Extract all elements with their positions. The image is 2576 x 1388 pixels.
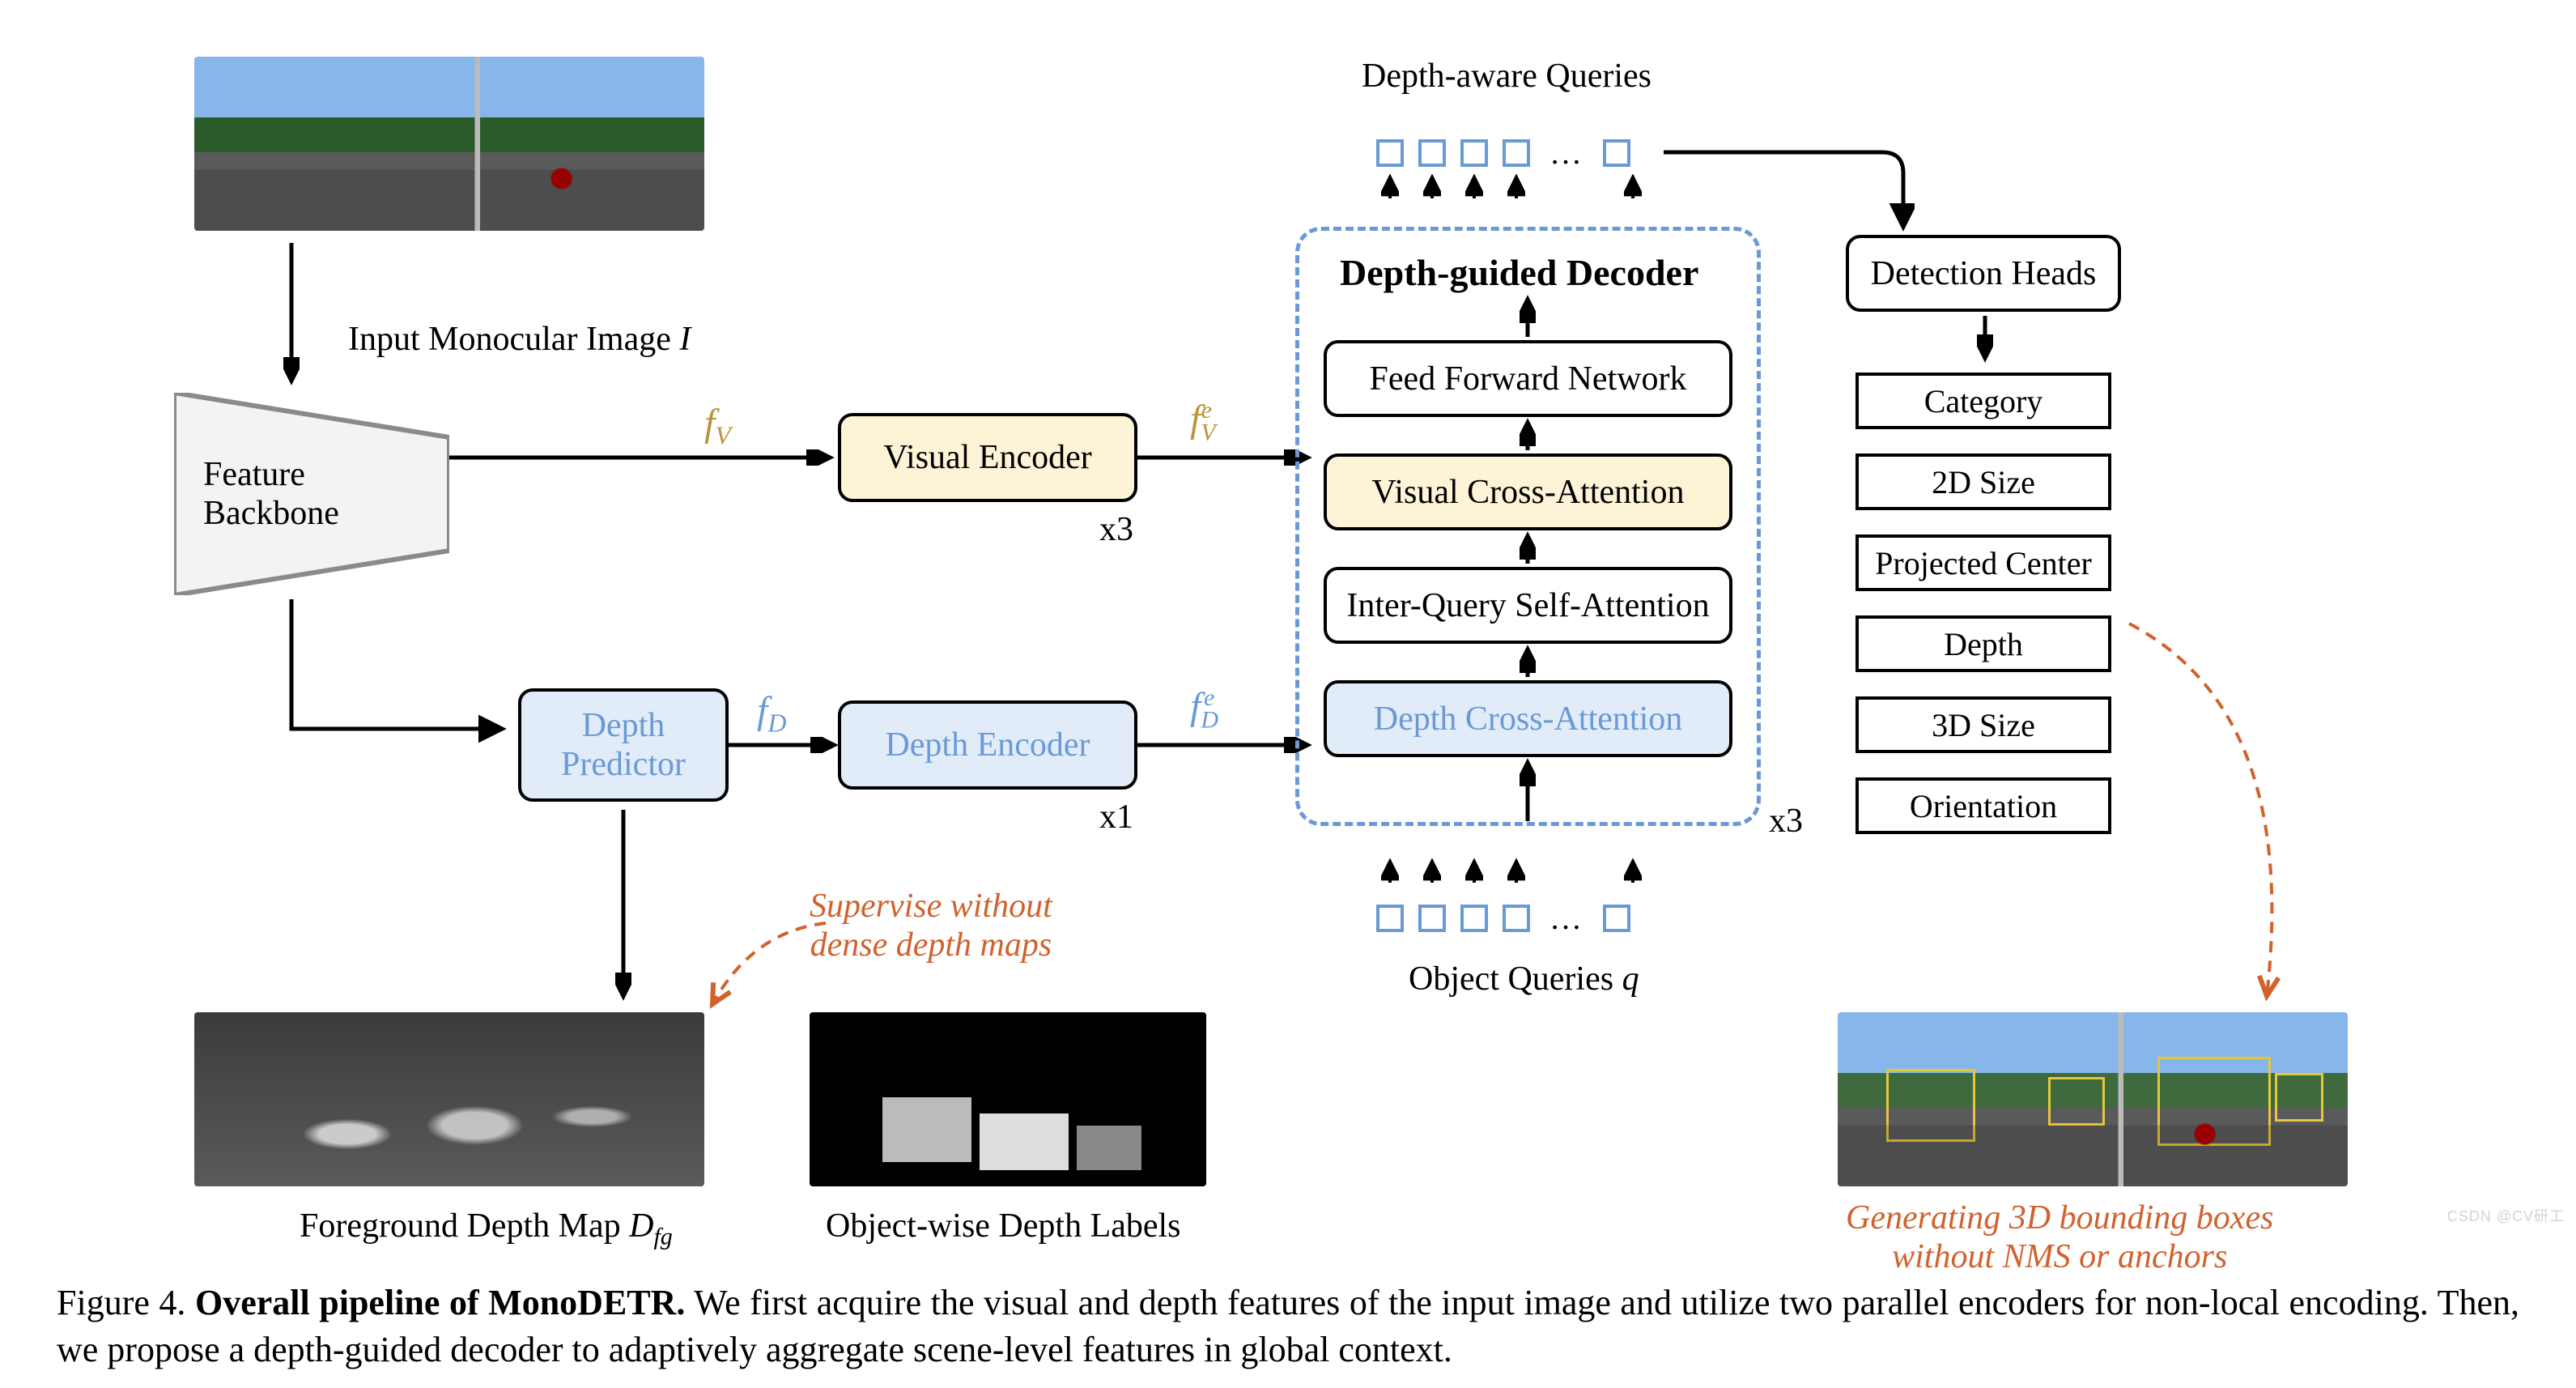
feature-backbone: Feature Backbone — [174, 393, 449, 595]
det-projected-center: Projected Center — [1855, 534, 2111, 591]
supervise-note: Supervise without dense depth maps — [810, 887, 1052, 965]
decoder-title: Depth-guided Decoder — [1340, 251, 1698, 294]
visual-encoder: Visual Encoder — [838, 413, 1137, 502]
watermark: CSDN @CV研工 — [2447, 1205, 2565, 1226]
input-image — [194, 57, 704, 231]
query-token — [1460, 139, 1488, 167]
det-orientation: Orientation — [1855, 777, 2111, 834]
object-labels-caption: Object-wise Depth Labels — [826, 1207, 1181, 1245]
depth-encoder: Depth Encoder — [838, 700, 1137, 790]
det-depth: Depth — [1855, 615, 2111, 672]
inter-query-self-attention-block: Inter-Query Self-Attention — [1324, 567, 1732, 644]
fv-symbol: fV — [704, 401, 731, 451]
depth-predictor: Depth Predictor — [518, 688, 729, 802]
foreground-depth-label: Foreground Depth Map Dfg — [300, 1207, 673, 1250]
query-token — [1603, 905, 1630, 932]
detection-heads: Detection Heads — [1846, 235, 2121, 312]
det-category: Category — [1855, 373, 2111, 429]
query-token — [1603, 139, 1630, 167]
fd-symbol: fD — [757, 688, 786, 739]
object-queries: … — [1376, 899, 1630, 937]
query-arrows-top — [1376, 174, 1647, 202]
depth-cross-attention-block: Depth Cross-Attention — [1324, 680, 1732, 757]
query-token — [1376, 139, 1404, 167]
det-2dsize: 2D Size — [1855, 453, 2111, 510]
output-image — [1838, 1012, 2348, 1186]
query-token — [1503, 139, 1530, 167]
query-token — [1460, 905, 1488, 932]
output-note: Generating 3D bounding boxes without NMS… — [1846, 1199, 2273, 1277]
object-queries-label: Object Queries q — [1409, 960, 1639, 998]
feature-backbone-label: Feature Backbone — [203, 455, 339, 534]
depth-encoder-mult: x1 — [1099, 798, 1133, 837]
query-token — [1418, 139, 1446, 167]
query-arrows-bottom — [1376, 858, 1647, 886]
query-token — [1503, 905, 1530, 932]
query-token — [1418, 905, 1446, 932]
visual-cross-attention-block: Visual Cross-Attention — [1324, 453, 1732, 530]
ffn-block: Feed Forward Network — [1324, 340, 1732, 417]
object-wise-depth-labels — [810, 1012, 1206, 1186]
visual-encoder-mult: x3 — [1099, 510, 1133, 549]
fde-symbol: fDe — [1190, 684, 1214, 734]
input-image-label: Input Monocular Image I — [348, 320, 691, 359]
det-3dsize: 3D Size — [1855, 696, 2111, 753]
foreground-depth-map — [194, 1012, 704, 1186]
depth-aware-queries-label: Depth-aware Queries — [1362, 57, 1651, 96]
query-token — [1376, 905, 1404, 932]
ellipsis: … — [1545, 134, 1588, 172]
depth-aware-queries: … — [1376, 134, 1630, 172]
fve-symbol: fVe — [1190, 397, 1212, 447]
decoder-mult: x3 — [1769, 802, 1803, 841]
figure-caption: Figure 4. Overall pipeline of MonoDETR. … — [57, 1279, 2519, 1373]
ellipsis: … — [1545, 899, 1588, 937]
